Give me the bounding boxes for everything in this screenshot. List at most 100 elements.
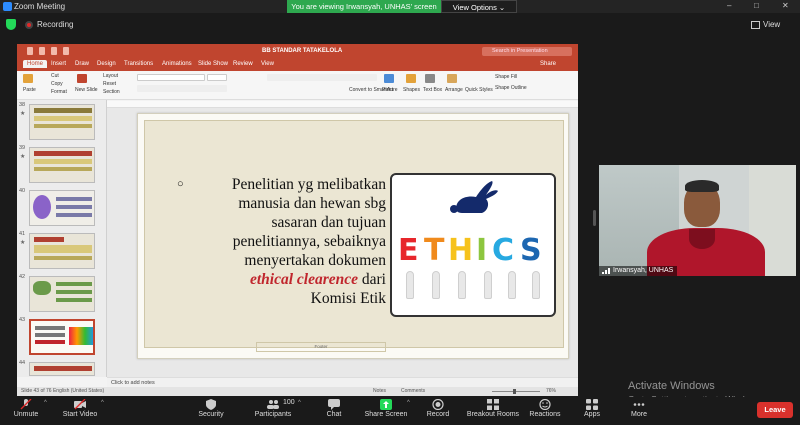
format-button[interactable]: Format (51, 89, 67, 95)
arrange-icon[interactable] (447, 74, 457, 83)
reactions-button[interactable]: Reactions (528, 397, 562, 425)
chevron-up-icon[interactable]: ^ (101, 400, 104, 406)
tab-insert[interactable]: Insert (51, 61, 66, 67)
zoom-window: Zoom Meeting – □ ✕ You are viewing Irwan… (0, 0, 800, 425)
zoom-slider[interactable] (492, 391, 540, 392)
tab-draw[interactable]: Draw (75, 61, 89, 67)
shapes-icon[interactable] (406, 74, 416, 83)
new-slide-button[interactable]: New Slide (75, 87, 98, 93)
paragraph-toolbar[interactable] (267, 74, 377, 81)
ppt-share-button[interactable]: Share (540, 61, 556, 67)
chevron-up-icon[interactable]: ^ (298, 400, 301, 406)
quick-styles-button[interactable]: Quick Styles (465, 87, 493, 93)
section-button[interactable]: Section (103, 89, 120, 95)
picture-icon[interactable] (384, 74, 394, 83)
more-button[interactable]: More (626, 397, 652, 425)
home-icon[interactable] (27, 47, 33, 55)
view-button[interactable]: View (763, 20, 780, 29)
grid-view-icon[interactable] (751, 21, 760, 29)
paste-label[interactable]: Paste (23, 87, 36, 93)
thumb-row (34, 167, 92, 171)
tab-review[interactable]: Review (233, 61, 253, 67)
breakout-rooms-button[interactable]: Breakout Rooms (465, 397, 521, 425)
tab-view[interactable]: View (261, 61, 274, 67)
zoom-slider-knob[interactable] (513, 389, 516, 394)
slide-line: ethical clearence dari (181, 270, 386, 289)
tab-transitions[interactable]: Transitions (124, 61, 153, 67)
ethics-image[interactable]: E T H I C S (390, 173, 556, 317)
comments-button[interactable]: Comments (401, 388, 425, 394)
shield-icon[interactable] (6, 19, 16, 30)
thumb-magnifier-icon (33, 195, 51, 219)
slide-thumbnails-pane[interactable]: 38 ★ 39 ★ 40 41 ★ 42 43 44 (17, 100, 107, 377)
shape-outline-button[interactable]: Shape Outline (495, 85, 527, 91)
slide-thumbnail[interactable] (29, 190, 95, 226)
copy-button[interactable]: Copy (51, 81, 63, 87)
meeting-status-bar (0, 13, 800, 37)
save-icon[interactable] (39, 47, 45, 55)
paste-icon[interactable] (23, 74, 33, 83)
close-icon[interactable]: ✕ (782, 1, 789, 10)
apps-button[interactable]: Apps (580, 397, 604, 425)
security-label: Security (198, 411, 224, 418)
thumb-row (35, 340, 65, 344)
shapes-button[interactable]: Shapes (403, 87, 420, 93)
notes-pane[interactable]: Click to add notes (107, 377, 578, 387)
slide-thumbnail[interactable] (29, 233, 95, 269)
thumb-star-icon: ★ (20, 240, 26, 246)
slide-thumbnail[interactable] (29, 147, 95, 183)
font-select[interactable] (137, 74, 205, 81)
tab-animations[interactable]: Animations (162, 61, 192, 67)
undo-icon[interactable] (51, 47, 57, 55)
notes-button[interactable]: Notes (373, 388, 386, 394)
thumb-row (35, 333, 65, 337)
search-input[interactable]: Search in Presentation (482, 47, 572, 56)
picture-button[interactable]: Picture (382, 87, 398, 93)
redo-icon[interactable] (63, 47, 69, 55)
split-handle[interactable] (593, 210, 596, 226)
view-options-button[interactable]: View Options ⌄ (441, 0, 517, 13)
thumb-number: 40 (19, 188, 26, 194)
security-button[interactable]: Security (196, 397, 226, 425)
tab-home[interactable]: Home (23, 60, 48, 68)
people-figures (400, 267, 550, 307)
tab-slide-show[interactable]: Slide Show (198, 61, 228, 67)
arrange-button[interactable]: Arrange (445, 87, 463, 93)
text-box-icon[interactable] (425, 74, 435, 83)
recording-label: Recording (37, 20, 74, 29)
thumb-bubble-icon (33, 281, 51, 295)
chat-button[interactable]: Chat (322, 397, 346, 425)
slide[interactable]: ○ Penelitian yg melibatkan manusia dan h… (137, 113, 569, 359)
slide-thumbnail[interactable] (29, 276, 95, 312)
slide-thumbnail-selected[interactable] (29, 319, 95, 355)
leave-button[interactable]: Leave (757, 402, 793, 418)
minimize-icon[interactable]: – (727, 1, 731, 10)
layout-button[interactable]: Layout (103, 73, 118, 79)
thumb-row (56, 290, 92, 294)
zoom-percent[interactable]: 76% (546, 388, 556, 394)
thumb-row (34, 116, 92, 121)
format-toolbar[interactable] (137, 85, 227, 92)
maximize-icon[interactable]: □ (754, 1, 759, 10)
chevron-up-icon[interactable]: ^ (407, 400, 410, 406)
unmute-button[interactable]: Unmute (10, 397, 42, 425)
slide-thumbnail[interactable] (29, 104, 95, 140)
chevron-up-icon[interactable]: ^ (44, 400, 47, 406)
new-slide-icon[interactable] (77, 74, 87, 83)
slide-canvas[interactable]: ○ Penelitian yg melibatkan manusia dan h… (107, 108, 578, 377)
slide-footer[interactable]: Footer (256, 342, 386, 352)
participant-video[interactable]: Irwansyah, UNHAS (599, 165, 796, 276)
tab-design[interactable]: Design (97, 61, 116, 67)
record-button[interactable]: Record (424, 397, 452, 425)
slide-body-text[interactable]: ○ Penelitian yg melibatkan manusia dan h… (177, 175, 386, 308)
shared-screen: BB STANDAR TATAKELOLA Search in Presenta… (17, 44, 578, 396)
text-box-button[interactable]: Text Box (423, 87, 442, 93)
slide-thumbnail[interactable] (29, 362, 95, 376)
reset-button[interactable]: Reset (103, 81, 116, 87)
shape-fill-button[interactable]: Shape Fill (495, 74, 517, 80)
start-video-button[interactable]: Start Video (60, 397, 100, 425)
share-screen-button[interactable]: Share Screen (362, 397, 410, 425)
font-size-select[interactable] (207, 74, 227, 81)
more-dots-icon (633, 403, 645, 406)
cut-button[interactable]: Cut (51, 73, 59, 79)
